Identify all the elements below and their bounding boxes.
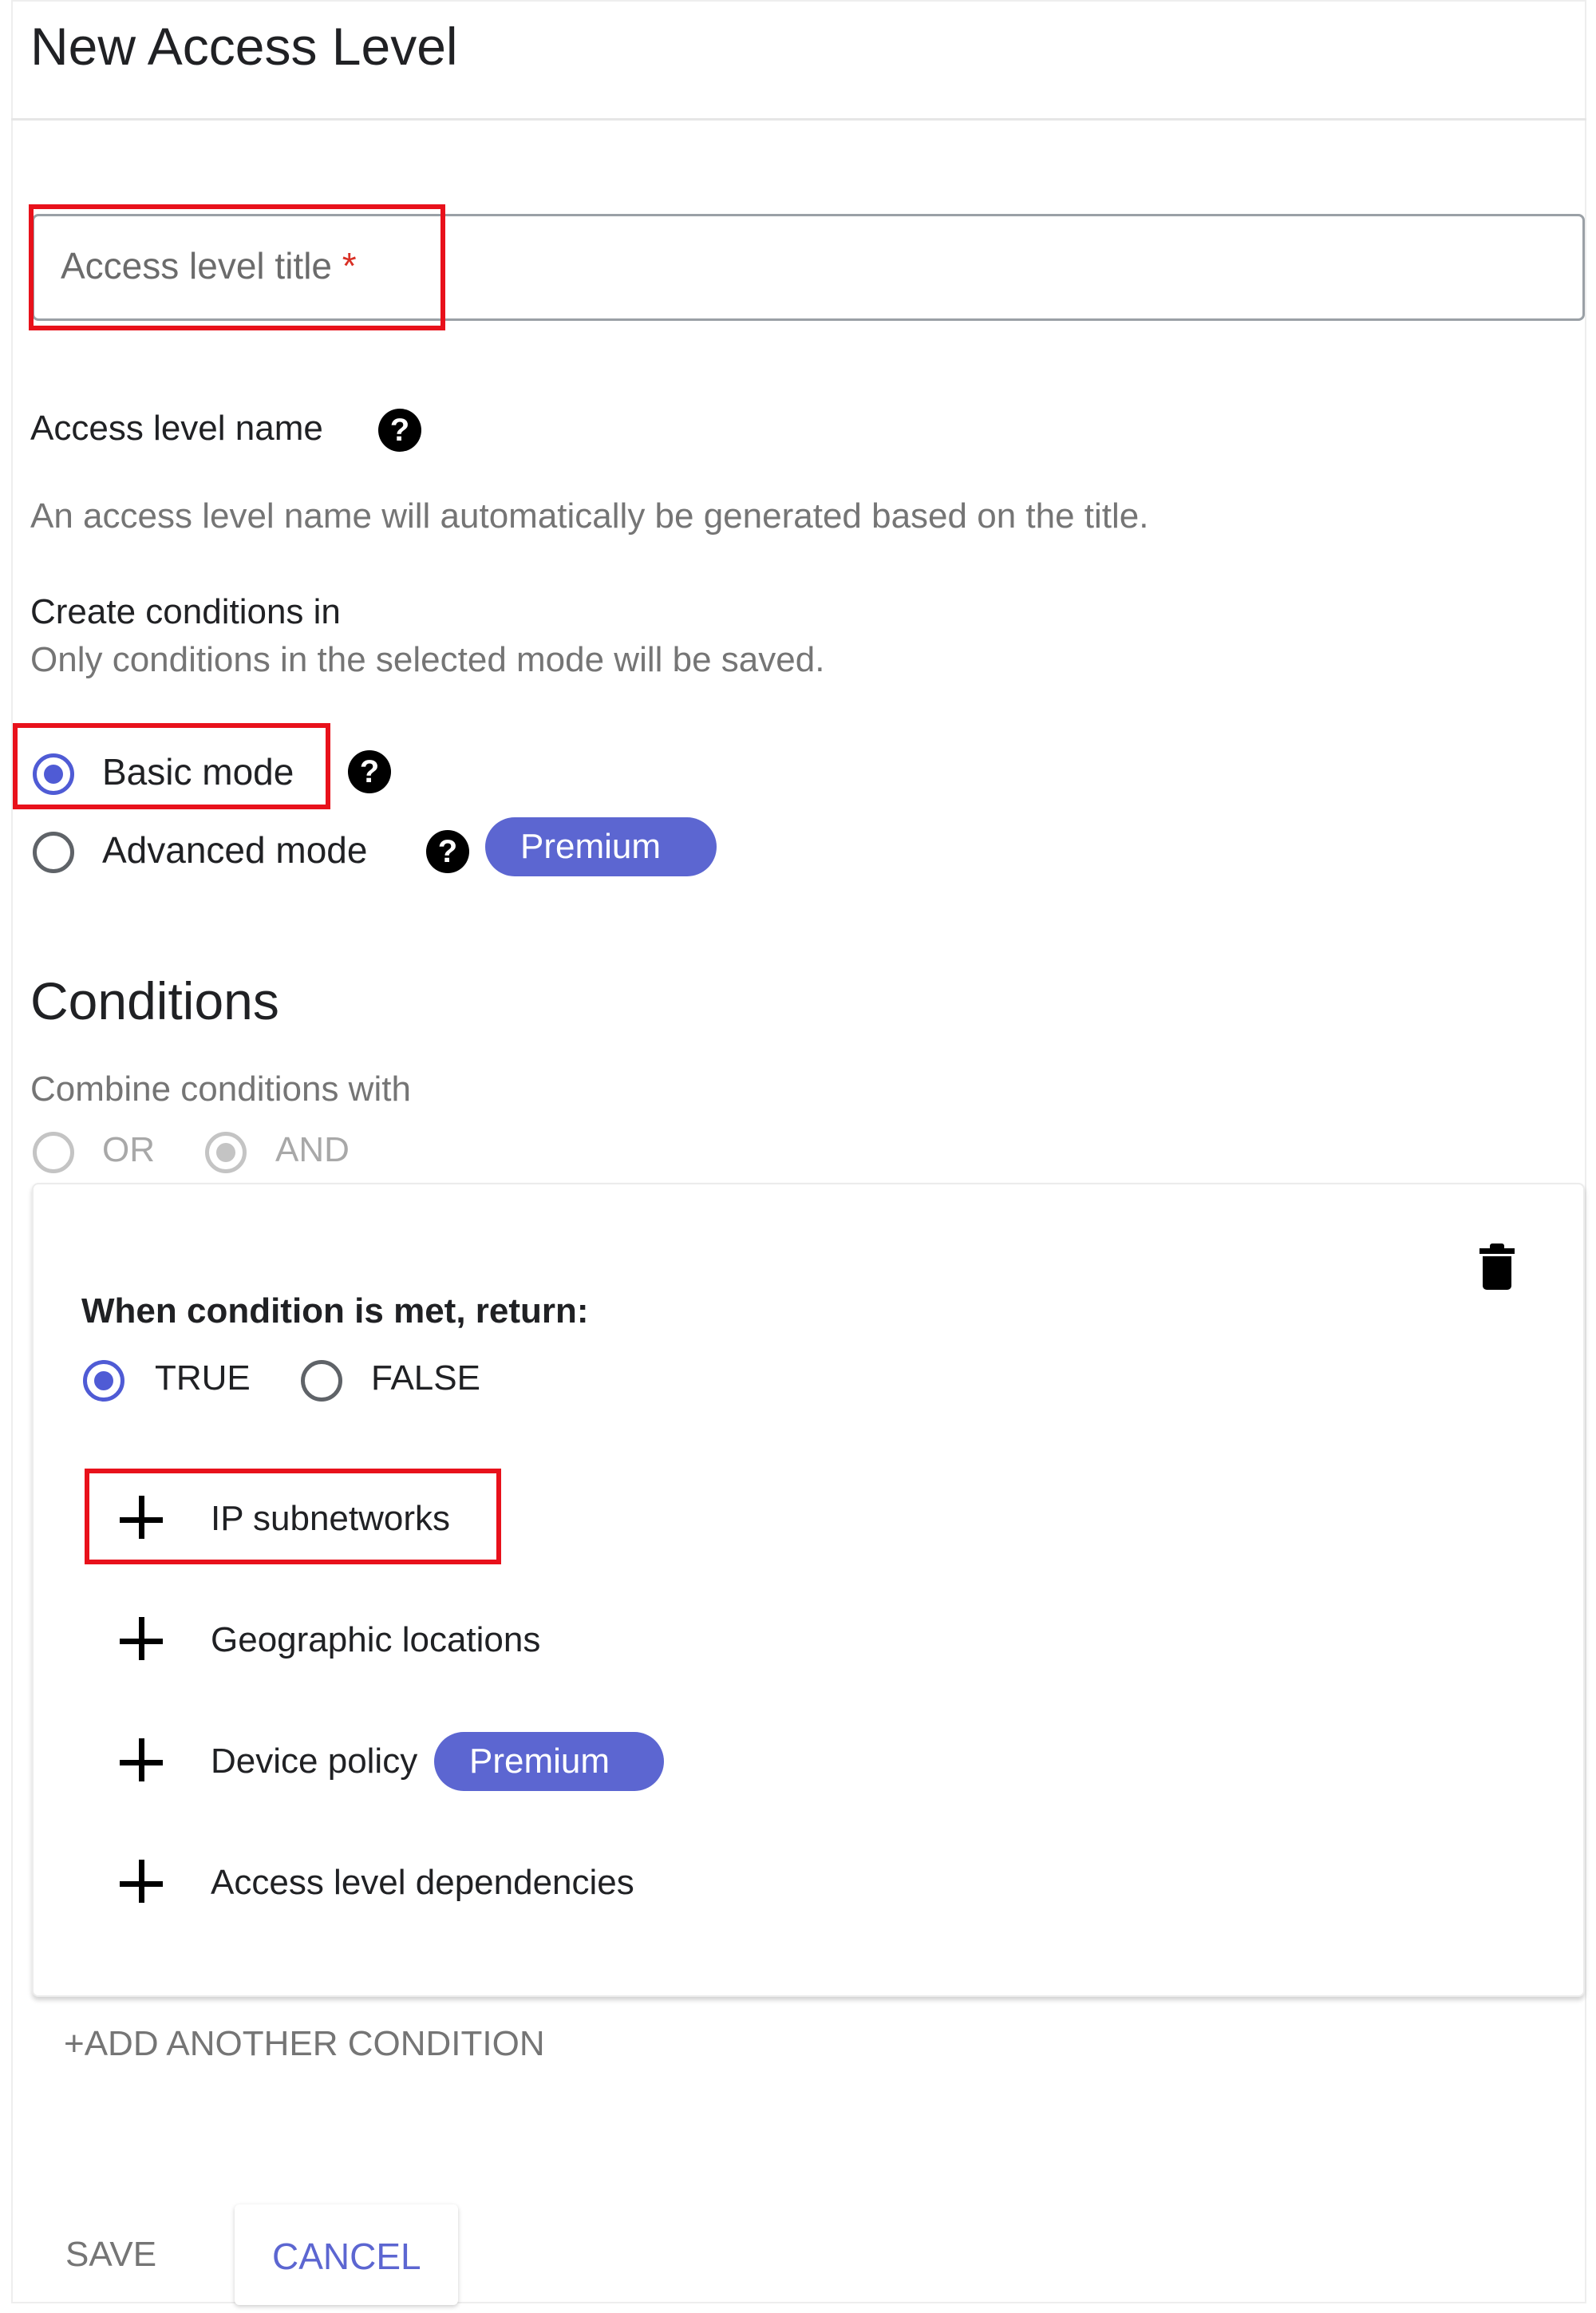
return-true-label[interactable]: TRUE [155,1358,251,1398]
advanced-mode-label[interactable]: Advanced mode [102,828,367,872]
help-icon-advanced-mode[interactable]: ? [426,830,469,873]
plus-icon[interactable] [120,1617,168,1665]
plus-icon[interactable] [120,1738,168,1786]
return-false-radio[interactable] [301,1360,342,1402]
device-policy-label[interactable]: Device policy [211,1742,417,1781]
conditions-heading: Conditions [30,971,279,1030]
highlight-box-title [29,204,445,330]
highlight-box-ip-subnetworks [85,1469,501,1564]
advanced-mode-radio[interactable] [33,832,74,873]
geographic-locations-label[interactable]: Geographic locations [211,1620,540,1660]
combine-or-radio[interactable] [33,1132,74,1173]
cancel-button-label[interactable]: CANCEL [272,2235,421,2278]
combine-and-label: AND [275,1130,350,1169]
header-divider [11,118,1586,121]
add-another-condition-button[interactable]: +ADD ANOTHER CONDITION [64,2024,545,2064]
help-icon-basic-mode[interactable]: ? [348,750,391,793]
premium-badge-advanced-mode: Premium [485,817,717,876]
page-title: New Access Level [30,17,458,76]
access-level-name-hint: An access level name will automatically … [30,496,1149,536]
return-label: When condition is met, return: [81,1291,589,1330]
plus-icon[interactable] [120,1860,168,1908]
access-level-dependencies-label[interactable]: Access level dependencies [211,1863,634,1903]
return-false-label[interactable]: FALSE [371,1358,480,1398]
combine-conditions-label: Combine conditions with [30,1070,411,1109]
create-conditions-hint: Only conditions in the selected mode wil… [30,640,825,679]
return-true-radio[interactable] [83,1360,124,1402]
create-conditions-label: Create conditions in [30,592,341,631]
trash-icon[interactable] [1479,1243,1515,1290]
premium-badge-device-policy: Premium [434,1732,664,1791]
save-button[interactable]: SAVE [65,2235,156,2275]
help-icon-access-level-name[interactable]: ? [378,409,421,452]
highlight-box-basic-mode [13,723,330,809]
combine-or-label: OR [102,1130,155,1169]
combine-and-radio[interactable] [205,1132,247,1173]
access-level-name-label: Access level name [30,409,323,448]
